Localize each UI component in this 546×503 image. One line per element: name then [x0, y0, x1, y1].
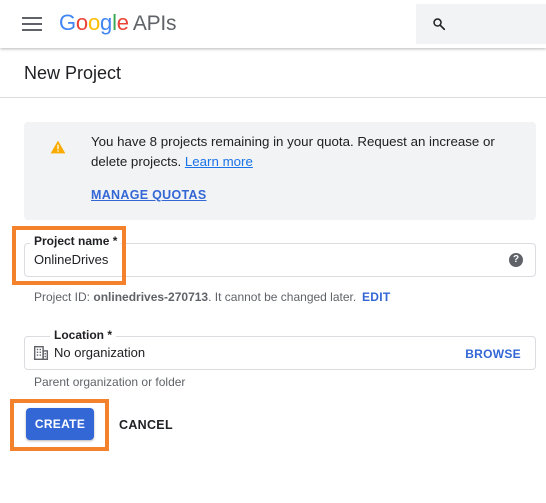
- project-name-value[interactable]: OnlineDrives: [34, 252, 108, 267]
- logo-letter: e: [116, 10, 129, 35]
- warning-icon: [50, 140, 66, 154]
- logo-letter: G: [59, 10, 76, 35]
- help-icon[interactable]: ?: [509, 253, 523, 267]
- divider: [0, 97, 546, 98]
- quota-message-text: You have 8 projects remaining in your qu…: [91, 134, 495, 169]
- project-id-suffix: . It cannot be changed later.: [208, 290, 357, 304]
- browse-button[interactable]: BROWSE: [465, 347, 521, 361]
- project-id-prefix: Project ID:: [34, 290, 94, 304]
- project-name-label: Project name *: [30, 234, 122, 248]
- page-title: New Project: [24, 63, 122, 83]
- quota-message: You have 8 projects remaining in your qu…: [91, 132, 511, 172]
- apis-wordmark: APIs: [132, 12, 177, 35]
- project-name-field[interactable]: OnlineDrives ?: [24, 243, 536, 277]
- google-wordmark: Google: [59, 10, 129, 35]
- location-value: No organization: [54, 345, 146, 360]
- location-label: Location *: [50, 328, 117, 342]
- search-box[interactable]: [416, 4, 546, 44]
- logo-letter: g: [100, 10, 113, 35]
- create-button[interactable]: CREATE: [26, 408, 94, 440]
- logo-letter: o: [87, 10, 101, 35]
- learn-more-link[interactable]: Learn more: [185, 154, 253, 169]
- manage-quotas-link[interactable]: MANAGE QUOTAS: [91, 188, 206, 202]
- top-app-bar: Google APIs: [0, 0, 546, 48]
- cancel-button[interactable]: CANCEL: [119, 418, 173, 432]
- edit-project-id-link[interactable]: EDIT: [362, 290, 391, 304]
- menu-icon[interactable]: [22, 17, 42, 31]
- location-hint: Parent organization or folder: [34, 375, 186, 389]
- logo-letter: o: [75, 10, 88, 35]
- search-icon[interactable]: [432, 17, 446, 31]
- project-id-value: onlinedrives-270713: [93, 290, 209, 304]
- project-id-hint: Project ID: onlinedrives-270713. It cann…: [34, 290, 356, 304]
- google-apis-logo[interactable]: Google APIs: [59, 10, 177, 36]
- organization-icon: [34, 346, 48, 360]
- quota-notice: You have 8 projects remaining in your qu…: [24, 122, 536, 220]
